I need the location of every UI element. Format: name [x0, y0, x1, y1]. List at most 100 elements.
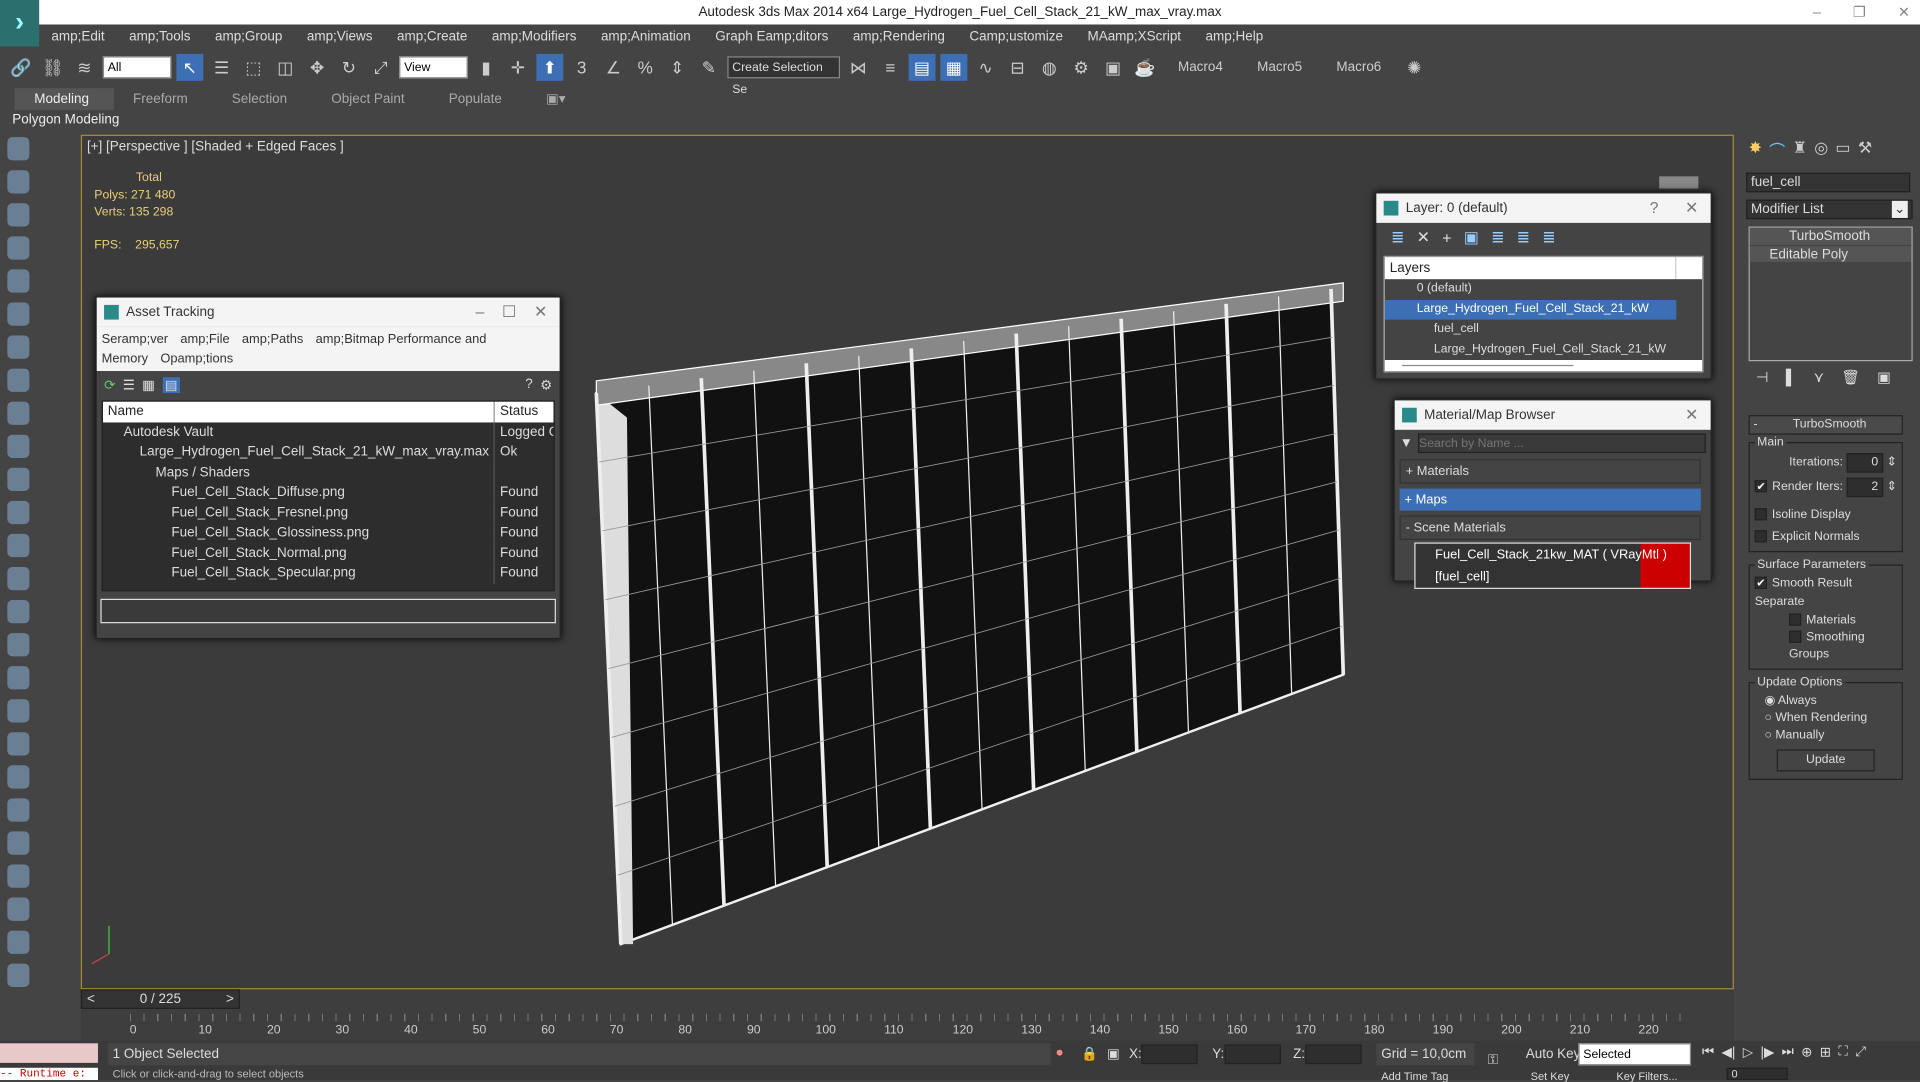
material-editor-icon[interactable]: ◍: [1036, 54, 1063, 81]
iterations-spinner[interactable]: 0: [1846, 453, 1884, 473]
menu-item[interactable]: Camp;ustomize: [957, 24, 1075, 48]
menu-item[interactable]: amp;Views: [295, 24, 385, 48]
left-tool-icon[interactable]: [7, 666, 30, 690]
keyboard-shortcut-icon[interactable]: ⬆: [536, 53, 564, 81]
update-button[interactable]: Update: [1776, 749, 1875, 772]
configure-sets-icon[interactable]: ▣: [1877, 369, 1891, 386]
explicit-normals-checkbox[interactable]: [1754, 530, 1767, 543]
left-tool-icon[interactable]: [7, 633, 30, 657]
ribbon-options-icon[interactable]: ▣▾: [526, 88, 590, 110]
selection-filter-dropdown[interactable]: All: [102, 56, 172, 79]
percent-snap-icon[interactable]: %: [632, 54, 659, 81]
when-rendering-radio[interactable]: ○: [1765, 711, 1772, 724]
vray-icon[interactable]: ✺: [1401, 54, 1428, 81]
left-tool-icon[interactable]: [7, 269, 30, 293]
left-tool-icon[interactable]: [7, 897, 30, 921]
align-icon[interactable]: ≡: [877, 54, 904, 81]
asset-menu-item[interactable]: amp;Paths: [242, 332, 303, 347]
display-tab-icon[interactable]: ▭: [1835, 138, 1850, 161]
list-icon[interactable]: ☰: [123, 377, 135, 393]
left-tool-icon[interactable]: [7, 831, 30, 855]
remove-modifier-icon[interactable]: 🗑: [1841, 369, 1860, 386]
auto-key-button[interactable]: Auto Key: [1526, 1043, 1581, 1065]
goto-end-icon[interactable]: ⏭: [1782, 1044, 1794, 1060]
stack-item-editable-poly[interactable]: Editable Poly: [1749, 244, 1912, 263]
menu-item[interactable]: amp;Modifiers: [480, 24, 589, 48]
stack-item-turbosmooth[interactable]: TurboSmooth: [1749, 227, 1912, 245]
restore-button[interactable]: ❐: [1853, 0, 1866, 24]
close-button[interactable]: ✕: [1898, 0, 1910, 24]
spinner-snap-icon[interactable]: ⇕: [664, 54, 691, 81]
maxscript-listener[interactable]: [0, 1043, 98, 1063]
left-tool-icon[interactable]: [7, 401, 30, 425]
graphite-toggle-icon[interactable]: ▦: [940, 53, 968, 81]
maps-section[interactable]: + Maps: [1399, 488, 1701, 511]
close-icon[interactable]: – ☐ ✕: [476, 298, 548, 327]
layer-manager-icon[interactable]: ▤: [908, 53, 936, 81]
render-setup-icon[interactable]: ⚙: [1068, 54, 1095, 81]
help-icon[interactable]: ?: [525, 377, 533, 392]
asset-row[interactable]: Fuel_Cell_Stack_Specular.png Found: [103, 563, 554, 584]
scale-icon[interactable]: ⤢: [367, 54, 394, 81]
asset-menu-item[interactable]: Seramp;ver: [102, 332, 168, 347]
left-tool-icon[interactable]: [7, 732, 30, 756]
rect-selection-icon[interactable]: ⬚: [240, 54, 267, 81]
table-view-icon[interactable]: ▤: [162, 376, 180, 393]
mirror-icon[interactable]: ⋈: [845, 54, 872, 81]
isolate-icon[interactable]: ●: [1056, 1046, 1064, 1061]
help-button[interactable]: ?: [1650, 198, 1659, 216]
y-coordinate-field[interactable]: [1224, 1044, 1281, 1065]
object-name-field[interactable]: fuel_cell: [1746, 172, 1911, 193]
next-key-icon[interactable]: |▶: [1760, 1044, 1774, 1061]
absolute-mode-icon[interactable]: ▣: [1107, 1046, 1120, 1062]
zoom-extents-icon[interactable]: ⛶: [1838, 1044, 1847, 1060]
menu-item[interactable]: amp;Help: [1193, 24, 1275, 48]
create-tab-icon[interactable]: ✸: [1749, 138, 1762, 161]
turbosmooth-rollout-header[interactable]: - TurboSmooth: [1748, 415, 1903, 435]
time-slider[interactable]: <0 / 225 >: [80, 989, 241, 1009]
hide-all-icon[interactable]: ≣: [1517, 228, 1530, 248]
move-icon[interactable]: ✥: [304, 54, 331, 81]
goto-start-icon[interactable]: ⏮: [1702, 1044, 1714, 1060]
menu-item[interactable]: MAamp;XScript: [1075, 24, 1193, 48]
key-icon[interactable]: ⚿: [1488, 1053, 1498, 1069]
pivot-icon[interactable]: ▮: [473, 54, 500, 81]
scene-materials-section[interactable]: - Scene Materials: [1399, 515, 1701, 541]
lock-selection-icon[interactable]: 🔒: [1081, 1046, 1098, 1062]
hierarchy-tab-icon[interactable]: ♜: [1793, 138, 1807, 161]
key-mode-dropdown[interactable]: Selected: [1578, 1043, 1692, 1066]
motion-tab-icon[interactable]: ◎: [1814, 138, 1828, 161]
play-icon[interactable]: ▷: [1743, 1044, 1753, 1061]
current-frame-field[interactable]: 0: [1726, 1067, 1788, 1081]
left-tool-icon[interactable]: [7, 566, 30, 591]
isoline-checkbox[interactable]: [1754, 508, 1767, 521]
left-tool-icon[interactable]: [7, 930, 30, 954]
asset-path-field[interactable]: [100, 598, 556, 624]
next-frame-button[interactable]: >: [221, 992, 239, 1007]
manually-radio[interactable]: ○: [1765, 729, 1772, 742]
maximize-viewport-icon[interactable]: ⤢: [1855, 1044, 1866, 1060]
options-icon[interactable]: ⚙: [540, 377, 552, 393]
rotate-icon[interactable]: ↻: [336, 54, 363, 81]
x-coordinate-field[interactable]: [1141, 1044, 1198, 1065]
left-tool-icon[interactable]: [7, 434, 30, 458]
macro5-button[interactable]: Macro5: [1242, 60, 1316, 75]
maxscript-output[interactable]: -- Runtime e:: [0, 1067, 98, 1081]
rendered-frame-icon[interactable]: ▣: [1100, 54, 1127, 81]
render-icon[interactable]: ☕: [1131, 54, 1158, 81]
filter-icon[interactable]: ▼: [1400, 436, 1413, 451]
render-iters-spinner[interactable]: 2: [1846, 477, 1884, 498]
menu-item[interactable]: amp;Create: [385, 24, 480, 48]
layer-row[interactable]: 0 (default): [1385, 279, 1702, 299]
left-tool-icon[interactable]: [7, 798, 30, 822]
left-tool-icon[interactable]: [7, 203, 30, 227]
link-icon[interactable]: 🔗: [7, 54, 34, 81]
asset-row[interactable]: Maps / Shaders: [103, 462, 554, 483]
ribbon-panel-polygon-modeling[interactable]: Polygon Modeling: [12, 111, 119, 129]
angle-snap-icon[interactable]: ∠: [600, 54, 627, 81]
edit-named-sel-icon[interactable]: ✎: [696, 54, 723, 81]
left-tool-icon[interactable]: [7, 236, 30, 260]
left-tool-icon[interactable]: [7, 368, 30, 392]
asset-row[interactable]: Fuel_Cell_Stack_Diffuse.png Found: [103, 482, 554, 503]
left-tool-icon[interactable]: [7, 170, 30, 194]
